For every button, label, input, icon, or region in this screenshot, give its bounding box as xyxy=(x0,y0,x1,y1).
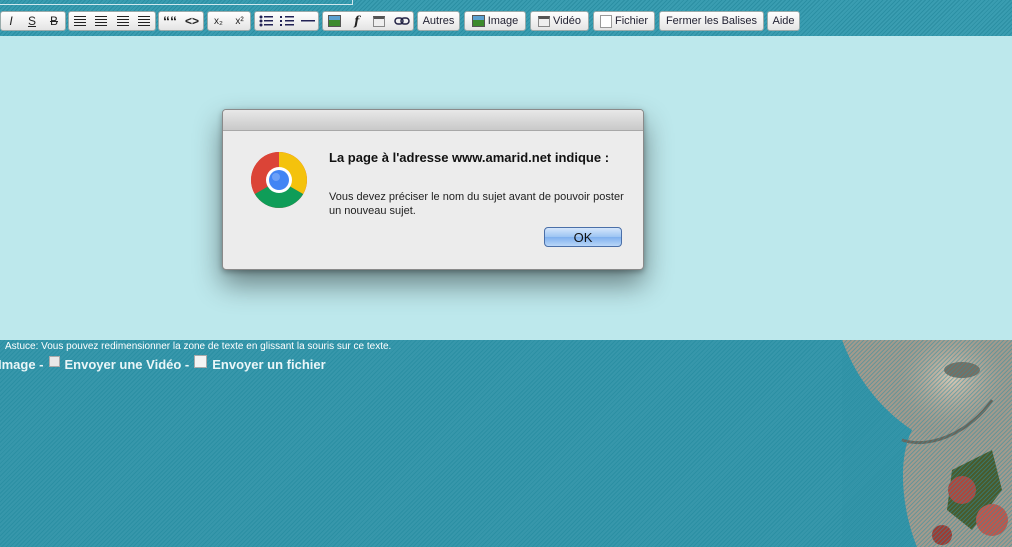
dialog-message: Vous devez préciser le nom du sujet avan… xyxy=(329,191,624,217)
list-group xyxy=(254,11,319,31)
decorative-portrait xyxy=(842,340,1012,547)
code-button[interactable]: <> xyxy=(183,12,201,30)
clapperboard-icon xyxy=(538,15,551,27)
insert-link-button[interactable] xyxy=(393,12,411,30)
horizontal-rule-icon xyxy=(300,20,315,22)
send-file-link[interactable]: Envoyer un fichier xyxy=(212,357,325,372)
video-button[interactable]: Vidéo xyxy=(530,11,589,31)
bullet-list-icon xyxy=(259,15,273,27)
alignment-group xyxy=(68,11,156,31)
bullet-list-button[interactable] xyxy=(257,12,275,30)
send-video-link[interactable]: Envoyer une Vidéo - xyxy=(65,357,190,372)
autres-button[interactable]: Autres xyxy=(417,11,460,31)
fichier-button[interactable]: Fichier xyxy=(593,11,655,31)
link-icon xyxy=(394,17,410,25)
file-icon xyxy=(599,14,612,28)
quote-code-group: ““ <> xyxy=(158,11,204,31)
image-button[interactable]: Image xyxy=(464,11,526,31)
footer-area: Astuce: Vous pouvez redimensionner la zo… xyxy=(0,340,1012,547)
justify-button[interactable] xyxy=(135,12,153,30)
dialog-title: La page à l'adresse www.amarid.net indiq… xyxy=(329,150,610,165)
align-center-icon xyxy=(95,16,108,26)
flash-button[interactable]: f xyxy=(348,12,366,30)
file-icon xyxy=(194,355,208,368)
italic-button[interactable]: I xyxy=(1,12,21,30)
media-group: f xyxy=(322,11,414,31)
autres-label: Autres xyxy=(422,15,455,27)
ok-button[interactable]: OK xyxy=(544,227,622,247)
align-center-button[interactable] xyxy=(92,12,110,30)
subject-field-edge xyxy=(0,0,353,5)
resize-tip[interactable]: Astuce: Vous pouvez redimensionner la zo… xyxy=(5,341,391,352)
upload-links: Image - Envoyer une Vidéo - Envoyer un f… xyxy=(0,355,326,372)
help-label: Aide xyxy=(772,15,795,27)
script-group: x₂ x² xyxy=(207,11,251,31)
picture-icon xyxy=(327,15,341,27)
numbered-list-icon xyxy=(279,16,294,26)
help-button[interactable]: Aide xyxy=(767,11,800,31)
insert-video-button[interactable] xyxy=(370,12,388,30)
chrome-logo-icon xyxy=(249,150,309,210)
numbered-list-button[interactable] xyxy=(278,12,296,30)
clapperboard-icon xyxy=(373,15,386,27)
align-right-icon xyxy=(116,16,129,26)
video-label: Vidéo xyxy=(553,15,581,27)
close-tags-button[interactable]: Fermer les Balises xyxy=(659,11,764,31)
justify-icon xyxy=(138,16,151,26)
subscript-button[interactable]: x₂ xyxy=(210,12,228,30)
align-left-button[interactable] xyxy=(71,12,89,30)
strike-button[interactable]: S xyxy=(21,12,43,30)
fichier-label: Fichier xyxy=(614,15,648,27)
image-label: Image xyxy=(487,15,519,27)
strikethrough-button[interactable]: B xyxy=(43,12,65,30)
text-style-group: I S B xyxy=(0,11,66,31)
editor-toolbar: I S B ““ <> x₂ x² f Autres Image Vidéo F… xyxy=(0,0,1012,36)
insert-image-button[interactable] xyxy=(325,12,343,30)
close-tags-label: Fermer les Balises xyxy=(665,15,758,27)
align-left-icon xyxy=(73,16,86,26)
clapperboard-icon xyxy=(48,356,60,367)
align-right-button[interactable] xyxy=(114,12,132,30)
dialog-titlebar[interactable] xyxy=(223,110,643,131)
picture-icon xyxy=(471,15,485,27)
send-image-link[interactable]: Image - xyxy=(0,357,44,372)
alert-dialog: La page à l'adresse www.amarid.net indiq… xyxy=(222,109,644,270)
horizontal-rule-button[interactable] xyxy=(299,12,317,30)
superscript-button[interactable]: x² xyxy=(231,12,249,30)
quote-button[interactable]: ““ xyxy=(161,12,179,30)
